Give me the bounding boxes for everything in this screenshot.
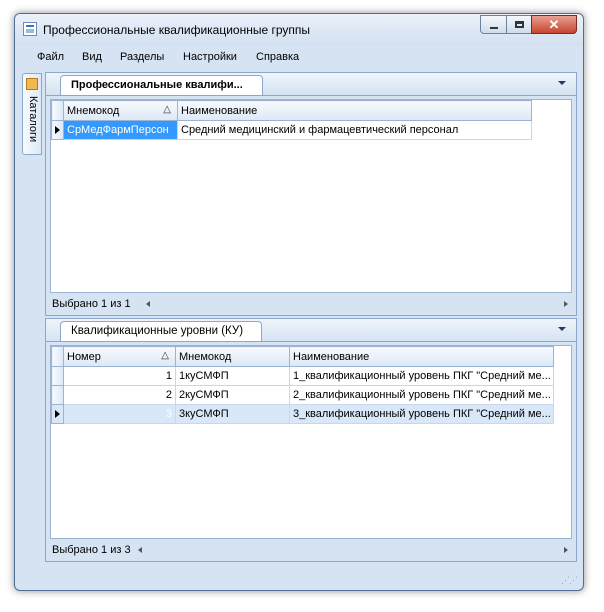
selection-status: Выбрано 1 из 1 [52,298,131,310]
current-row-indicator [51,120,64,140]
cell-mnemocode[interactable]: 3куСМФП [175,404,290,424]
col-header-label: Мнемокод [67,104,120,117]
sort-asc-icon: △ [161,350,169,361]
cell-name[interactable]: Средний медицинский и фармацевтический п… [177,120,532,140]
levels-panel: Квалификационные уровни (КУ) Номер △ Мнем… [45,318,577,562]
col-header-name[interactable]: Наименование [289,346,554,367]
table-row-selected[interactable]: 3 3куСМФП 3_квалификационный уровень ПКГ… [51,404,554,424]
menu-help[interactable]: Справка [256,51,299,63]
levels-grid: Номер △ Мнемокод Наименование 1 1куСМФП 1… [50,345,572,539]
scroll-left-icon[interactable] [138,547,142,553]
sort-asc-icon: △ [163,104,171,115]
side-tab-catalogs[interactable]: Каталоги [22,73,42,155]
current-row-indicator [51,404,64,424]
side-tab-label: Каталоги [27,96,39,143]
col-header-label: Номер [67,350,101,363]
cell-name[interactable]: 3_квалификационный уровень ПКГ "Средний … [289,404,554,424]
app-icon[interactable] [23,22,37,36]
current-row-icon [55,126,60,134]
row-indicator-header [51,100,64,121]
row-indicator [51,385,64,405]
pkg-grid: Мнемокод △ Наименование СрМедФармПерсон С… [50,99,572,293]
close-button[interactable]: ✕ [531,15,577,34]
pkg-header-row: Мнемокод △ Наименование [51,100,532,121]
app-window: Профессиональные квалификационные группы… [14,13,584,591]
catalog-icon [26,78,38,90]
close-icon: ✕ [548,17,560,32]
row-indicator-header [51,346,64,367]
minimize-button[interactable] [480,15,507,34]
maximize-button[interactable] [506,15,532,34]
resize-grip-icon[interactable]: ⋰⋰ [561,575,578,586]
menu-view[interactable]: Вид [82,51,102,63]
title-bar[interactable]: Профессиональные квалификационные группы… [15,14,583,45]
levels-status-bar: Выбрано 1 из 3 [50,541,572,559]
cell-mnemocode[interactable]: 1куСМФП [175,366,290,386]
selection-status: Выбрано 1 из 3 [52,544,131,556]
col-header-mnemocode[interactable]: Мнемокод △ [63,100,178,121]
cell-name[interactable]: 1_квалификационный уровень ПКГ "Средний … [289,366,554,386]
cell-name[interactable]: 2_квалификационный уровень ПКГ "Средний … [289,385,554,405]
col-header-number[interactable]: Номер △ [63,346,176,367]
tab-pkg[interactable]: Профессиональные квалифи... [60,75,263,95]
scroll-left-icon[interactable] [146,301,150,307]
levels-header-row: Номер △ Мнемокод Наименование [51,346,554,367]
levels-panel-header: Квалификационные уровни (КУ) [46,319,576,342]
menu-settings[interactable]: Настройки [183,51,237,63]
table-row[interactable]: СрМедФармПерсон Средний медицинский и фа… [51,120,532,140]
cell-number[interactable]: 1 [63,366,176,386]
cell-mnemocode[interactable]: 2куСМФП [175,385,290,405]
window-title: Профессиональные квалификационные группы [43,23,311,37]
row-indicator [51,366,64,386]
minimize-icon [490,27,498,29]
panel-menu-icon[interactable] [558,327,566,331]
panel-menu-icon[interactable] [558,81,566,85]
scroll-right-icon[interactable] [564,547,568,553]
table-row[interactable]: 2 2куСМФП 2_квалификационный уровень ПКГ… [51,385,554,405]
cell-number[interactable]: 2 [63,385,176,405]
maximize-icon [515,21,524,28]
table-row[interactable]: 1 1куСМФП 1_квалификационный уровень ПКГ… [51,366,554,386]
cell-mnemocode[interactable]: СрМедФармПерсон [63,120,178,140]
pkg-panel-header: Профессиональные квалифи... [46,73,576,96]
scroll-right-icon[interactable] [564,301,568,307]
current-row-icon [55,410,60,418]
pkg-status-bar: Выбрано 1 из 1 [50,295,572,313]
col-header-name[interactable]: Наименование [177,100,532,121]
menu-bar: Файл Вид Разделы Настройки Справка [21,45,577,70]
menu-sections[interactable]: Разделы [120,51,164,63]
menu-file[interactable]: Файл [37,51,64,63]
cell-number[interactable]: 3 [63,404,176,424]
col-header-mnemocode[interactable]: Мнемокод [175,346,290,367]
tab-levels[interactable]: Квалификационные уровни (КУ) [60,321,262,341]
pkg-panel: Профессиональные квалифи... Мнемокод △ На… [45,72,577,316]
